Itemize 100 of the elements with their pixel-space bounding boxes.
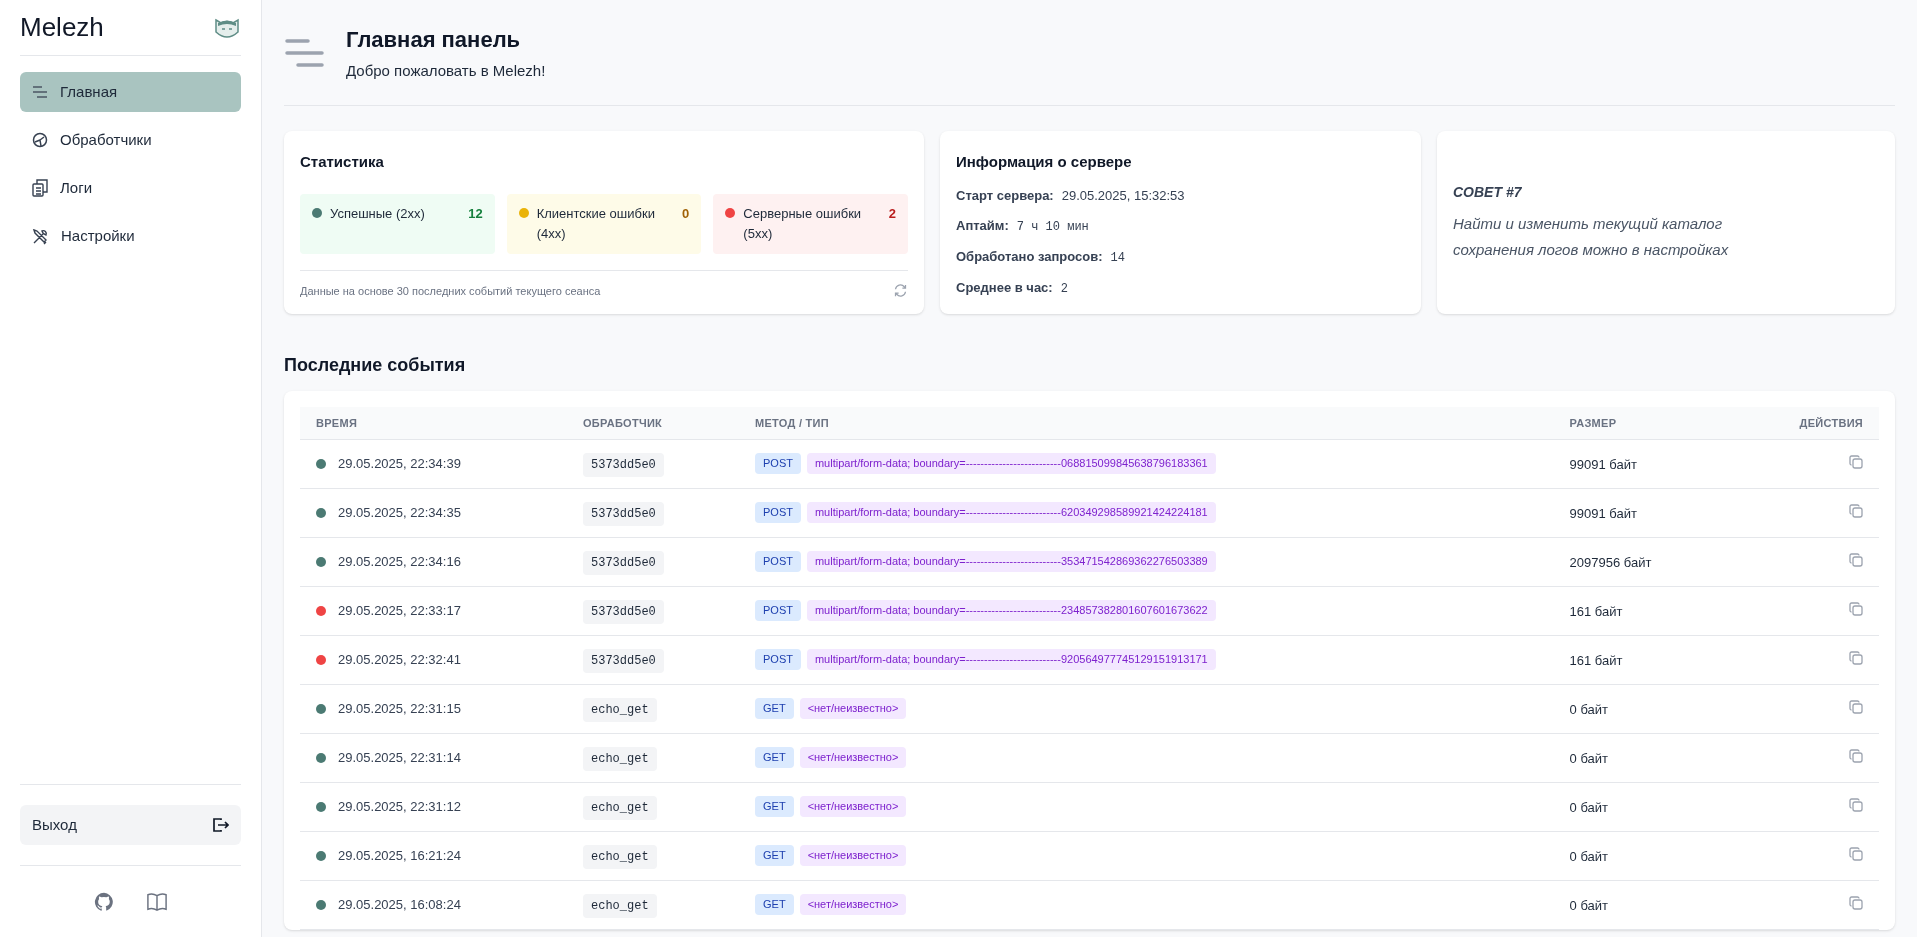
event-size: 0 байт: [1569, 897, 1608, 913]
stat-count: 12: [468, 204, 483, 223]
copy-icon: [1849, 699, 1863, 714]
content-type-badge: multipart/form-data; boundary=--------------------------620349298589921424224181: [806, 502, 1216, 523]
copy-icon: [1849, 846, 1863, 861]
info-label: Среднее в час:: [956, 279, 1053, 297]
event-size: 0 байт: [1569, 701, 1608, 717]
event-size: 161 байт: [1569, 603, 1623, 619]
copy-button[interactable]: [1849, 846, 1863, 861]
copy-button[interactable]: [1849, 454, 1863, 469]
copy-icon: [1849, 601, 1863, 616]
info-label: Обработано запросов:: [956, 248, 1103, 266]
card-title: Статистика: [300, 152, 385, 172]
github-icon[interactable]: [93, 891, 114, 912]
handler-tag: echo_get: [583, 844, 657, 869]
handler-tag: echo_get: [583, 746, 657, 771]
nav-item[interactable]: Обработчики: [20, 120, 241, 160]
event-time: 29.05.2025, 22:33:17: [338, 601, 461, 620]
method-badge: GET: [755, 796, 794, 817]
copy-button[interactable]: [1849, 601, 1863, 616]
event-time: 29.05.2025, 22:34:35: [338, 503, 461, 522]
event-time: 29.05.2025, 22:34:39: [338, 454, 461, 473]
method-badge: GET: [755, 894, 794, 915]
method-badge: POST: [755, 600, 801, 621]
method-badge: GET: [755, 747, 794, 768]
page-title: Главная панель: [346, 25, 522, 54]
section-title: Последние события: [284, 354, 467, 377]
content-type-badge: <нет/неизвестно>: [799, 698, 907, 719]
nav-item[interactable]: Настройки: [20, 216, 241, 256]
logout-button[interactable]: Выход: [20, 805, 241, 845]
copy-icon: [1849, 895, 1863, 910]
copy-button[interactable]: [1849, 650, 1863, 665]
info-value: 29.05.2025, 15:32:53: [1061, 186, 1185, 205]
info-label: Аптайм:: [956, 217, 1009, 235]
stat-count: 0: [682, 204, 690, 223]
content-type-badge: <нет/неизвестно>: [799, 796, 907, 817]
info-value: 2: [1060, 281, 1068, 298]
event-size: 0 байт: [1569, 799, 1608, 815]
method-badge: POST: [755, 551, 801, 572]
copy-icon: [1849, 552, 1863, 567]
handler-tag: echo_get: [583, 893, 657, 918]
stats-note: Данные на основе 30 последних событий текущего сеанса: [300, 283, 601, 299]
handler-tag: 5373dd5e0: [583, 648, 664, 673]
event-time: 29.05.2025, 16:08:24: [338, 895, 461, 914]
content-type-badge: multipart/form-data; boundary=--------------------------920564977745129151913171: [806, 649, 1216, 670]
column-header: ДЕЙСТВИЯ: [1799, 416, 1863, 429]
handler-tag: 5373dd5e0: [583, 452, 664, 477]
handler-tag: 5373dd5e0: [583, 501, 664, 526]
lines-icon: [32, 85, 48, 99]
copy-icon: [1849, 650, 1863, 665]
copy-button[interactable]: [1849, 748, 1863, 763]
gauge-icon: [32, 132, 48, 148]
handler-tag: 5373dd5e0: [583, 550, 664, 575]
content-type-badge: <нет/неизвестно>: [799, 894, 907, 915]
column-header: ВРЕМЯ: [316, 416, 358, 429]
copy-icon: [1849, 797, 1863, 812]
documents-icon: [32, 179, 48, 197]
method-badge: GET: [755, 698, 794, 719]
handler-tag: echo_get: [583, 697, 657, 722]
logout-icon: [211, 816, 229, 834]
app-logo-text: Melezh: [20, 11, 104, 44]
method-badge: POST: [755, 502, 801, 523]
handler-tag: 5373dd5e0: [583, 599, 664, 624]
copy-button[interactable]: [1849, 552, 1863, 567]
content-type-badge: multipart/form-data; boundary=--------------------------353471542869362276503389: [806, 551, 1216, 572]
content-type-badge: <нет/неизвестно>: [799, 747, 907, 768]
content-type-badge: multipart/form-data; boundary=--------------------------068815099845638796183361: [806, 453, 1216, 474]
copy-button[interactable]: [1849, 699, 1863, 714]
tip-title: СОВЕТ #7: [1453, 183, 1523, 202]
page-subtitle: Добро пожаловать в Melezh!: [346, 60, 546, 81]
card-title: Информация о сервере: [956, 152, 1133, 172]
event-size: 99091 байт: [1569, 505, 1637, 521]
column-header: МЕТОД / ТИП: [755, 416, 829, 429]
tip-text: Найти и изменить текущий каталог сохранения логов можно в настройках: [1453, 214, 1730, 260]
handler-tag: echo_get: [583, 795, 657, 820]
event-time: 29.05.2025, 22:31:12: [338, 797, 461, 816]
event-time: 29.05.2025, 22:34:16: [338, 552, 461, 571]
event-size: 2097956 байт: [1569, 554, 1652, 570]
info-value: 14: [1110, 250, 1125, 267]
nav-item[interactable]: Логи: [20, 168, 241, 208]
refresh-icon[interactable]: [893, 283, 908, 299]
event-size: 99091 байт: [1569, 456, 1637, 472]
stat-label: Серверные ошибки (5xx): [743, 204, 863, 243]
tools-icon: [32, 227, 49, 245]
method-badge: POST: [755, 649, 801, 670]
book-icon[interactable]: [145, 891, 168, 912]
stat-count: 2: [888, 204, 896, 223]
event-time: 29.05.2025, 16:21:24: [338, 846, 461, 865]
copy-button[interactable]: [1849, 895, 1863, 910]
event-time: 29.05.2025, 22:32:41: [338, 650, 461, 669]
event-size: 0 байт: [1569, 750, 1608, 766]
copy-button[interactable]: [1849, 503, 1863, 518]
copy-button[interactable]: [1849, 797, 1863, 812]
event-time: 29.05.2025, 22:31:14: [338, 748, 461, 767]
method-badge: GET: [755, 845, 794, 866]
nav-item[interactable]: Главная: [20, 72, 241, 112]
event-size: 0 байт: [1569, 848, 1608, 864]
content-type-badge: <нет/неизвестно>: [799, 845, 907, 866]
column-header: ОБРАБОТЧИК: [583, 416, 663, 429]
menu-icon[interactable]: [284, 36, 326, 69]
